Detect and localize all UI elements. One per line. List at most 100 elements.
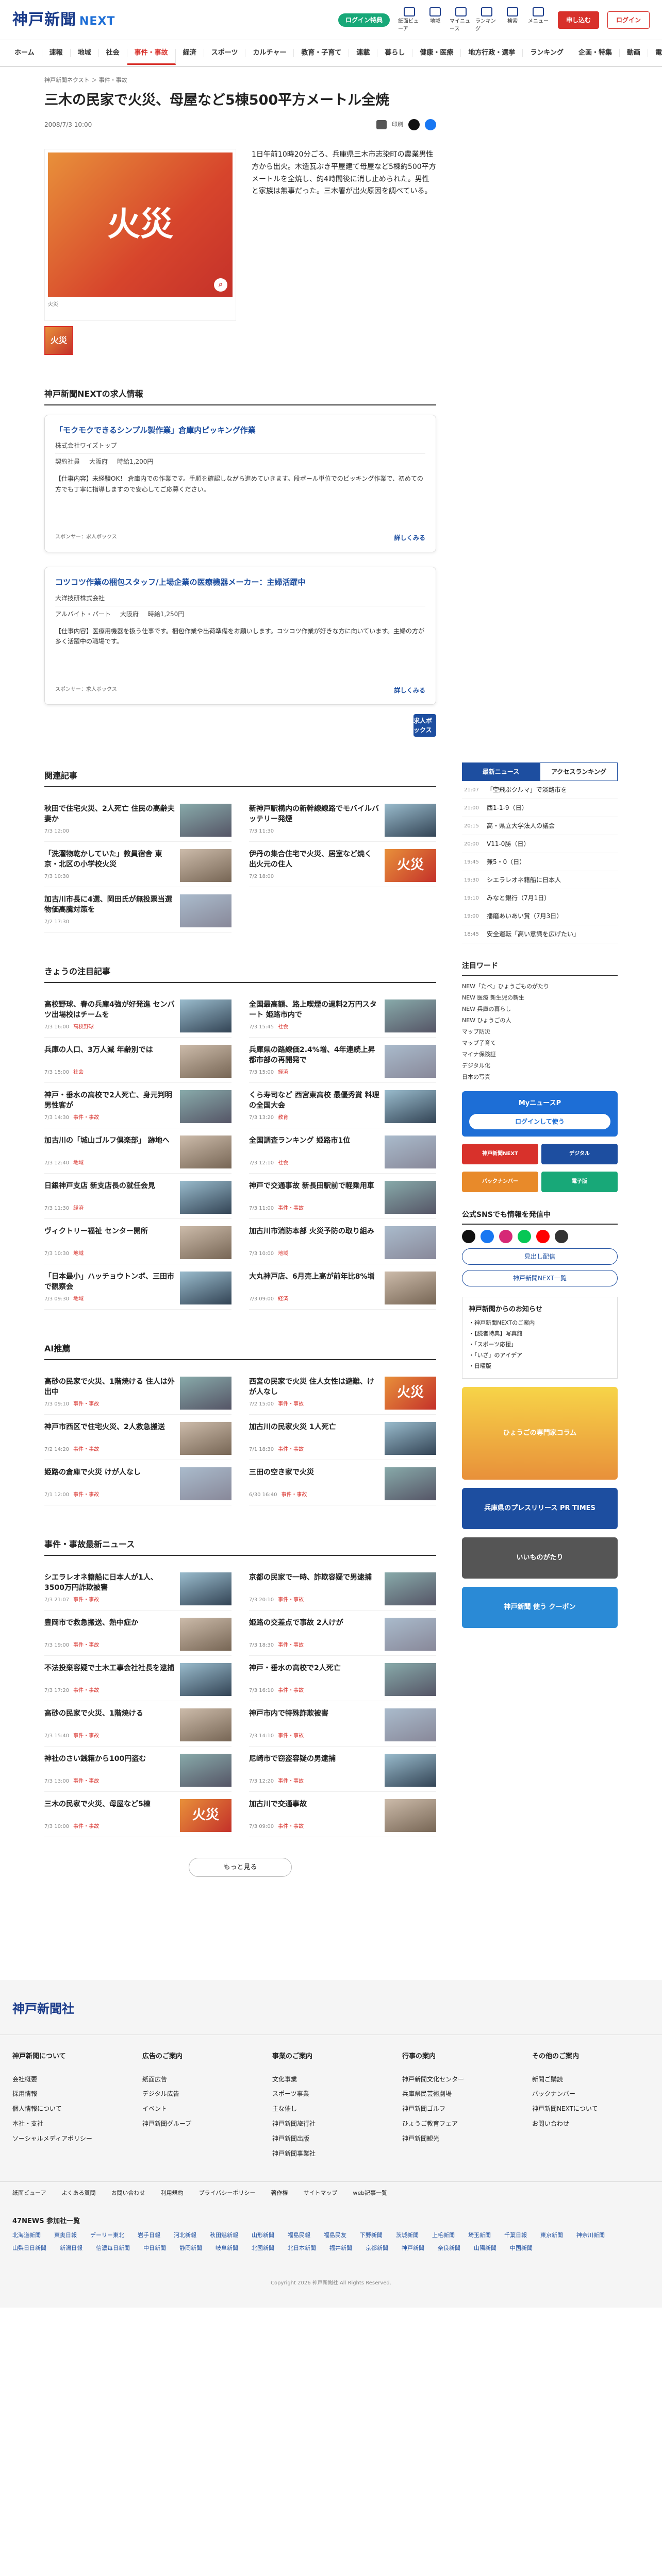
news-card-tag[interactable]: 経済 xyxy=(73,1206,84,1211)
n47-link[interactable]: 福島民友 xyxy=(324,2231,346,2240)
news-card-tag[interactable]: 地域 xyxy=(73,1160,84,1166)
nav-item[interactable]: 社会 xyxy=(99,49,127,57)
news-card[interactable]: 姫路の倉庫で火災 けが人なし 7/1 12:00 事件・事故 xyxy=(44,1460,231,1505)
footer-link[interactable]: 主な催し xyxy=(272,2102,390,2116)
news-card[interactable]: シエラレオネ籍船に日本人が1人、3500万円詐欺被害 7/3 21:07 事件・事故 xyxy=(44,1565,231,1611)
news-card-tag[interactable]: 事件・事故 xyxy=(73,1447,99,1452)
nav-item[interactable]: ホーム xyxy=(7,49,42,57)
news-card-tag[interactable]: 社会 xyxy=(278,1024,288,1030)
news-card[interactable]: 豊岡市で救急搬送、熱中症か 7/3 19:00 事件・事故 xyxy=(44,1611,231,1656)
ranking-item[interactable]: 21:07 「空飛ぶクルマ」で淡路市を xyxy=(462,781,618,799)
news-card-title[interactable]: 加古川の「城山ゴルフ倶楽部」 跡地へ xyxy=(44,1136,175,1157)
footer-link[interactable]: ひょうご教育フェア xyxy=(402,2116,520,2131)
news-thumbnail[interactable] xyxy=(180,849,231,882)
news-card-title[interactable]: 加古川の民家火災 1人死亡 xyxy=(249,1422,379,1444)
nav-item[interactable]: 動画 xyxy=(620,49,649,57)
news-card-tag[interactable]: 社会 xyxy=(73,1070,84,1075)
n47-link[interactable]: 東奥日報 xyxy=(54,2231,77,2240)
footer-link[interactable]: 兵庫県民芸術劇場 xyxy=(402,2087,520,2102)
news-thumbnail[interactable] xyxy=(385,1617,436,1651)
news-card-title[interactable]: 加古川市消防本部 火災予防の取り組み xyxy=(249,1226,379,1248)
news-thumbnail[interactable]: 火災 xyxy=(180,1799,231,1832)
news-card[interactable]: 兵庫の人口、3万人減 年齢別では 7/3 15:00 社会 xyxy=(44,1038,231,1083)
footer-link[interactable]: 紙面広告 xyxy=(142,2072,260,2087)
news-card-tag[interactable]: 事件・事故 xyxy=(278,1778,304,1784)
more-button[interactable]: もっと見る xyxy=(189,1857,292,1877)
news-card-title[interactable]: 神戸・垂水の高校で2人死亡 xyxy=(249,1663,379,1685)
news-thumbnail[interactable] xyxy=(385,999,436,1032)
news-card-tag[interactable]: 事件・事故 xyxy=(73,1733,99,1739)
mynews-login-button[interactable]: ログインして使う xyxy=(469,1113,610,1129)
news-card[interactable]: 「洗濯物乾かしていた」教員宿舎 東京・北区の小学校火災 7/3 10:30 xyxy=(44,842,231,887)
news-card[interactable]: 加古川市消防本部 火災予防の取り組み 7/3 10:00 地域 xyxy=(249,1219,436,1264)
header-icon-3[interactable]: ランキング xyxy=(475,7,498,33)
news-card-title[interactable]: 加古川で交通事故 xyxy=(249,1799,379,1821)
banner-digital[interactable]: デジタル xyxy=(541,1143,618,1164)
news-card-tag[interactable]: 事件・事故 xyxy=(278,1642,304,1648)
n47-link[interactable]: 岐阜新聞 xyxy=(216,2244,238,2253)
news-card-tag[interactable]: 事件・事故 xyxy=(73,1824,99,1829)
footer-link[interactable]: 神戸新聞旅行社 xyxy=(272,2116,390,2131)
notice-item[interactable]: ・「スポーツ応援」 xyxy=(469,1340,611,1350)
news-card[interactable]: 大丸神戸店、6月売上高が前年比8%増 7/3 09:00 経済 xyxy=(249,1264,436,1310)
news-thumbnail[interactable] xyxy=(385,1090,436,1123)
news-thumbnail[interactable] xyxy=(180,803,231,837)
notice-item[interactable]: ・日曜版 xyxy=(469,1361,611,1372)
news-card[interactable]: 西宮の民家で火災 住人女性は避難、けが人なし 7/2 15:00 事件・事故 火災 xyxy=(249,1369,436,1415)
nav-item[interactable]: 連載 xyxy=(349,49,378,57)
news-card-tag[interactable]: 事件・事故 xyxy=(281,1492,307,1498)
news-thumbnail[interactable] xyxy=(180,1090,231,1123)
watch-word[interactable]: 日本の写真 xyxy=(462,1072,618,1083)
column-ad[interactable]: ひょうごの専門家コラム xyxy=(462,1386,618,1480)
n47-link[interactable]: 神戸新聞 xyxy=(402,2244,424,2253)
news-card[interactable]: 高砂の民家で火災、1階焼ける 7/3 15:40 事件・事故 xyxy=(44,1701,231,1747)
news-card-tag[interactable]: 地域 xyxy=(73,1296,84,1302)
header-icon-2[interactable]: マイニュース xyxy=(450,7,472,33)
watch-word[interactable]: NEW 兵庫の暮らし xyxy=(462,1004,618,1015)
news-card-title[interactable]: シエラレオネ籍船に日本人が1人、3500万円詐欺被害 xyxy=(44,1572,175,1594)
ranking-item[interactable]: 18:45 安全運転「高い意識を広げたい」 xyxy=(462,925,618,943)
news-card[interactable]: 三田の空き家で火災 6/30 16:40 事件・事故 xyxy=(249,1460,436,1505)
news-card-title[interactable]: 新神戸駅構内の新幹線線路でモバイルバッテリー発煙 xyxy=(249,804,379,825)
news-card-title[interactable]: 伊丹の集合住宅で火災、居室など焼く 出火元の住人 xyxy=(249,849,379,871)
n47-link[interactable]: 北日本新聞 xyxy=(288,2244,316,2253)
news-card-tag[interactable]: 高校野球 xyxy=(73,1024,94,1030)
nav-item[interactable]: 経済 xyxy=(176,49,204,57)
n47-link[interactable]: 埼玉新聞 xyxy=(468,2231,491,2240)
news-card[interactable]: 秋田で住宅火災、2人死亡 住民の高齢夫妻か 7/3 12:00 xyxy=(44,796,231,842)
news-card[interactable]: 神戸・垂水の高校で2人死亡 7/3 16:10 事件・事故 xyxy=(249,1656,436,1701)
news-card[interactable]: 三木の民家で火災、母屋など5棟 7/3 10:00 事件・事故 火災 xyxy=(44,1792,231,1837)
news-card-tag[interactable]: 経済 xyxy=(278,1070,288,1075)
news-card[interactable]: 神戸市西区で住宅火災、2人救急搬送 7/2 14:20 事件・事故 xyxy=(44,1415,231,1460)
job-more-link[interactable]: 詳しくみる xyxy=(394,686,425,695)
news-thumbnail[interactable] xyxy=(180,1617,231,1651)
footer-bar-link[interactable]: 利用規約 xyxy=(161,2189,184,2198)
news-card[interactable]: 神戸で交通事故 新長田駅前で軽乗用車 7/3 11:00 事件・事故 xyxy=(249,1174,436,1219)
news-card[interactable]: 全国最高額、路上喫煙の過料2万円スタート 姫路市内で 7/3 15:45 社会 xyxy=(249,992,436,1038)
n47-link[interactable]: デーリー東北 xyxy=(90,2231,124,2240)
news-thumbnail[interactable] xyxy=(180,1753,231,1787)
n47-link[interactable]: 静岡新聞 xyxy=(179,2244,202,2253)
news-thumbnail[interactable] xyxy=(180,894,231,927)
news-card-title[interactable]: 全国最高額、路上喫煙の過料2万円スタート 姫路市内で xyxy=(249,999,379,1021)
news-thumbnail[interactable] xyxy=(180,999,231,1032)
n47-link[interactable]: 北海道新聞 xyxy=(12,2231,41,2240)
news-card-tag[interactable]: 経済 xyxy=(278,1296,288,1302)
nav-item[interactable]: 教育・子育て xyxy=(294,49,350,57)
instagram-icon[interactable] xyxy=(499,1229,512,1243)
footer-link[interactable]: 本社・支社 xyxy=(12,2116,130,2131)
footer-bar-link[interactable]: プライバシーポリシー xyxy=(199,2189,256,2198)
news-card-title[interactable]: 豊岡市で救急搬送、熱中症か xyxy=(44,1618,175,1639)
notice-item[interactable]: ・神戸新聞NEXTのご案内 xyxy=(469,1318,611,1329)
watch-word[interactable]: NEW「たべ」ひょうごものがたり xyxy=(462,981,618,992)
footer-link[interactable]: 神戸新聞文化センター xyxy=(402,2072,520,2087)
news-thumbnail[interactable] xyxy=(385,1226,436,1259)
news-card-tag[interactable]: 地域 xyxy=(73,1251,84,1257)
news-thumbnail[interactable] xyxy=(385,1572,436,1605)
n47-link[interactable]: 京都新聞 xyxy=(366,2244,388,2253)
banner-backnumber[interactable]: バックナンバー xyxy=(462,1171,538,1192)
news-card[interactable]: 尼崎市で窃盗容疑の男逮捕 7/3 12:20 事件・事故 xyxy=(249,1747,436,1792)
footer-link[interactable]: バックナンバー xyxy=(532,2087,650,2102)
news-thumbnail[interactable] xyxy=(180,1376,231,1410)
n47-link[interactable]: 信濃毎日新聞 xyxy=(96,2244,130,2253)
